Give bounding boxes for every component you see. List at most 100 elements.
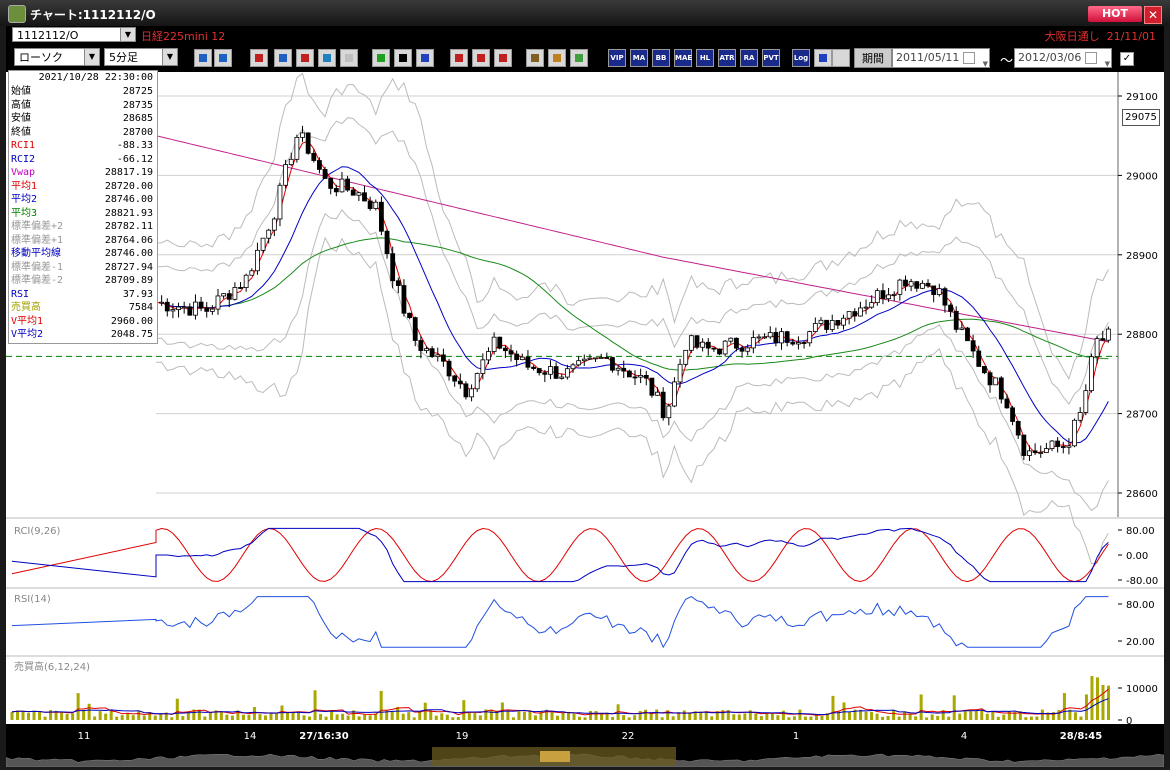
indicator-button[interactable]: PVT [762, 49, 780, 67]
candle [238, 287, 243, 289]
volume-bar [567, 713, 571, 720]
eraser-icon[interactable] [416, 49, 434, 67]
palette-icon[interactable] [570, 49, 588, 67]
symbol-select[interactable]: 1112112/O ▼ [12, 27, 136, 42]
volume-bar [1101, 685, 1105, 720]
volume-bar [308, 716, 312, 720]
indicator-button[interactable]: ATR [718, 49, 736, 67]
settings-icon[interactable] [526, 49, 544, 67]
volume-bar [478, 715, 482, 720]
candle [931, 285, 937, 295]
candle [959, 327, 965, 330]
navigator-scrollbar[interactable] [5, 746, 1165, 768]
volume-bar [831, 695, 835, 720]
calendar-icon[interactable] [963, 52, 975, 64]
candle [1032, 450, 1038, 453]
candle [362, 192, 367, 202]
indicator-button[interactable]: MA [630, 49, 648, 67]
candle [632, 376, 638, 379]
indicator-button[interactable]: VIP [608, 49, 626, 67]
candle [987, 372, 993, 386]
draw-icon[interactable] [250, 49, 268, 67]
brush-icon[interactable] [548, 49, 566, 67]
info-timestamp: 2021/10/28 22:30:00 [38, 72, 153, 83]
calendar-icon[interactable] [1085, 52, 1097, 64]
bar-add-icon[interactable] [450, 49, 468, 67]
date-from-field[interactable]: 2011/05/11 ▼ [892, 48, 990, 68]
icon-glyph [377, 54, 385, 62]
volume-bar [1062, 693, 1066, 720]
cursor-tool-icon[interactable] [214, 49, 232, 67]
candle [779, 331, 784, 344]
candle [1072, 419, 1077, 447]
volume-bar [412, 717, 416, 720]
candle [694, 335, 700, 348]
date-to-field[interactable]: 2012/03/06 ▼ [1014, 48, 1112, 68]
candle-icon[interactable] [318, 49, 336, 67]
volume-bar [1040, 709, 1044, 720]
info-row: 終値 28700 [11, 126, 155, 139]
candle [903, 279, 908, 287]
icon-glyph [399, 54, 407, 62]
volume-bar [330, 710, 334, 720]
chevron-down-icon[interactable]: ▼ [84, 49, 99, 65]
export-icon[interactable] [832, 49, 850, 67]
zoom-icon[interactable] [194, 49, 212, 67]
indicator-button[interactable]: Log [792, 49, 810, 67]
candle [249, 270, 255, 276]
tool-icon[interactable] [814, 49, 832, 67]
indicator-button[interactable]: HL [696, 49, 714, 67]
volume-bar [1024, 717, 1028, 720]
icon-glyph [477, 54, 485, 62]
candle [435, 354, 441, 358]
volume-bar [870, 711, 874, 720]
candle [576, 360, 582, 366]
close-button[interactable]: ✕ [1144, 6, 1162, 24]
indicator-button[interactable]: MAE [674, 49, 692, 67]
candle [322, 169, 328, 179]
volume-bar [737, 714, 741, 720]
indicator-icon[interactable] [296, 49, 314, 67]
bar-remove-icon[interactable] [472, 49, 490, 67]
interval-select[interactable]: 5分足 ▼ [104, 48, 178, 66]
candle [345, 178, 351, 191]
date-range-checkbox[interactable]: ✓ [1120, 52, 1134, 66]
chevron-down-icon[interactable]: ▼ [983, 55, 988, 73]
chart-area[interactable]: 29100 29000 28900 28800 28700 28600 RCI(9,26) 8… [6, 72, 1164, 746]
candle [221, 293, 227, 297]
candle [536, 368, 542, 374]
candle [920, 282, 925, 289]
warning-icon[interactable] [340, 49, 358, 67]
candle [1100, 338, 1106, 341]
candle [463, 383, 469, 398]
volume-bar [644, 709, 648, 720]
candle [226, 293, 232, 300]
chart-type-select[interactable]: ローソク ▼ [14, 48, 100, 66]
chevron-down-icon[interactable]: ▼ [1105, 55, 1110, 73]
pointer-icon[interactable] [394, 49, 412, 67]
candle [649, 377, 655, 396]
info-label: RCI1 [11, 140, 36, 151]
pencil-icon[interactable] [372, 49, 390, 67]
candle [818, 319, 824, 324]
volume-bar [798, 709, 802, 720]
candle [801, 342, 807, 344]
volume-tick-label: 10000 [1126, 684, 1158, 695]
indicator-button[interactable]: RA [740, 49, 758, 67]
scrollbar-grip[interactable] [540, 751, 570, 762]
chart-canvas[interactable]: 29100 29000 28900 28800 28700 28600 RCI(9,26) 8… [6, 72, 1164, 746]
volume-bar [230, 715, 234, 720]
indicator-button[interactable]: BB [652, 49, 670, 67]
volume-bar [115, 716, 119, 720]
magnifier-icon[interactable] [274, 49, 292, 67]
hot-button[interactable]: HOT [1088, 6, 1142, 22]
candle [700, 341, 706, 348]
all-icon[interactable] [494, 49, 512, 67]
candle [643, 374, 649, 379]
candle [159, 301, 165, 304]
chevron-down-icon[interactable]: ▼ [162, 49, 177, 65]
chevron-down-icon[interactable]: ▼ [120, 28, 135, 41]
period-button[interactable]: 期間 [854, 48, 892, 68]
info-label: 標準偏差+1 [11, 234, 64, 246]
volume-bar [1035, 716, 1039, 720]
